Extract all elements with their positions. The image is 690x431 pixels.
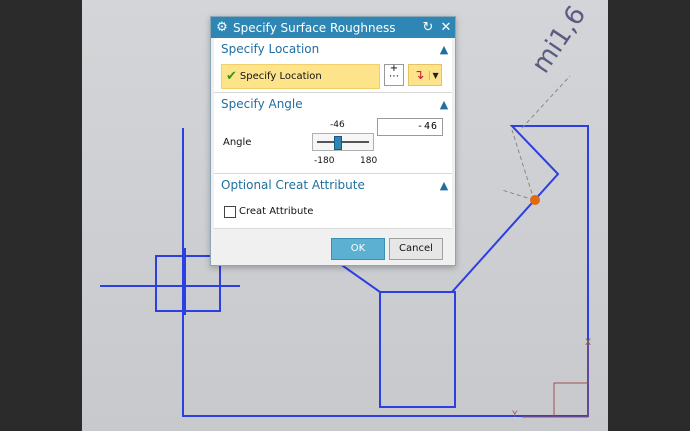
leader-type-dropdown[interactable]: ↴ ▼ <box>408 64 442 86</box>
checkmark-icon: ✔ <box>226 69 237 84</box>
location-section-header[interactable]: Specify Location ▲ <box>214 38 452 60</box>
ok-button[interactable]: OK <box>331 238 385 260</box>
slider-value-label: -46 <box>330 120 345 130</box>
dialog-title: Specify Surface Roughness <box>233 20 396 35</box>
collapse-icon[interactable]: ▲ <box>436 179 452 192</box>
location-point-marker <box>530 195 540 205</box>
reset-icon[interactable]: ↻ <box>419 20 437 35</box>
chevron-down-icon[interactable]: ▼ <box>429 70 441 80</box>
slot-rectangle <box>379 291 456 408</box>
collapse-icon[interactable]: ▲ <box>436 98 452 111</box>
attribute-section-header[interactable]: Optional Creat Attribute ▲ <box>214 174 452 196</box>
dialog-footer: OK Cancel <box>211 235 455 265</box>
cancel-button[interactable]: Cancel <box>389 238 443 260</box>
specify-location-selector[interactable]: ✔ Specify Location <box>221 64 380 89</box>
axis-y-label: Y <box>512 410 518 420</box>
point-constructor-icon: + ⋯ <box>389 63 399 82</box>
angle-section-header[interactable]: Specify Angle ▲ <box>214 93 452 115</box>
attribute-section: Optional Creat Attribute ▲ Creat Attribu… <box>214 174 452 229</box>
creat-attribute-checkbox[interactable] <box>224 206 236 218</box>
creat-attribute-label: Creat Attribute <box>239 206 314 217</box>
close-icon[interactable]: ✕ <box>437 20 455 35</box>
angle-section: Specify Angle ▲ Angle -46 -180 180 -46 <box>214 93 452 174</box>
leader-dashes <box>501 75 571 201</box>
surface-roughness-dialog: ⚙ Specify Surface Roughness ↻ ✕ Specify … <box>210 16 456 266</box>
point-constructor-button[interactable]: + ⋯ <box>384 64 404 86</box>
right-dark-border <box>608 0 690 431</box>
wcs-axes <box>522 340 589 418</box>
collapse-icon[interactable]: ▲ <box>436 43 452 56</box>
angle-label: Angle <box>223 137 252 148</box>
specify-location-label: Specify Location <box>239 71 322 82</box>
location-section-title: Specify Location <box>221 42 320 56</box>
slider-thumb[interactable] <box>334 136 343 150</box>
angle-input[interactable]: -46 <box>377 118 443 136</box>
left-dark-border <box>0 0 82 431</box>
location-section: Specify Location ▲ ✔ Specify Location + ⋯… <box>214 38 452 93</box>
axis-x-label: X <box>585 338 592 348</box>
angle-section-title: Specify Angle <box>221 97 303 111</box>
angle-slider[interactable] <box>312 133 374 151</box>
slider-max-label: 180 <box>360 156 378 166</box>
slider-min-label: -180 <box>314 156 335 166</box>
arrow-dropdown-icon: ↴ <box>413 67 425 83</box>
gear-icon: ⚙ <box>216 20 228 35</box>
attribute-section-title: Optional Creat Attribute <box>221 178 365 192</box>
dialog-titlebar[interactable]: ⚙ Specify Surface Roughness ↻ ✕ <box>211 17 455 38</box>
slider-track <box>317 141 369 143</box>
